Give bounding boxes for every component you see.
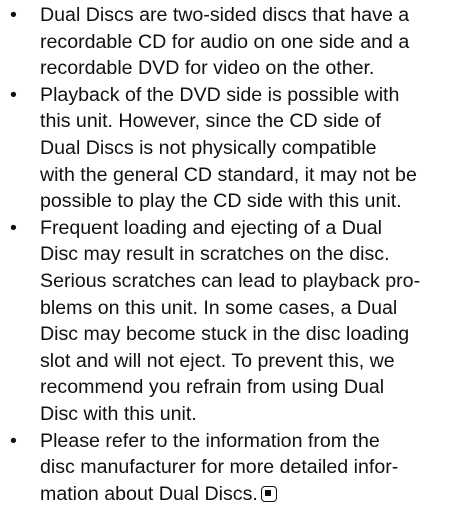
text-line: recordable CD for audio on one side and … [40,29,470,56]
text-line: slot and will not eject. To prevent this… [40,348,470,375]
bullet-item: • Frequent loading and ejecting of a Dua… [10,215,470,428]
text-line: Disc with this unit. [40,401,470,428]
bullet-icon: • [10,428,30,455]
text-line: recommend you refrain from using Dual [40,374,470,401]
text-line: Disc may become stuck in the disc loadin… [40,321,470,348]
text-line: Serious scratches can lead to playback p… [40,268,470,295]
bullet-item: • Playback of the DVD side is possible w… [10,82,470,215]
text-line: possible to play the CD side with this u… [40,188,470,215]
document-page: • Dual Discs are two-sided discs that ha… [0,0,470,506]
bullet-icon: • [10,82,30,109]
text-line: with the general CD standard, it may not… [40,162,470,189]
text-line: this unit. However, since the CD side of [40,108,470,135]
text-line: Dual Discs is not physically compatible [40,135,470,162]
bullet-item: • Dual Discs are two-sided discs that ha… [10,2,470,82]
bullet-list: • Dual Discs are two-sided discs that ha… [10,2,470,507]
text-line: Disc may result in scratches on the disc… [40,241,470,268]
text-line: mation about Dual Discs. [40,483,258,505]
text-line: disc manufacturer for more detailed info… [40,454,470,481]
text-line: Please refer to the information from the [40,428,470,455]
text-line: recordable DVD for video on the other. [40,55,470,82]
last-text-line: mation about Dual Discs. [40,481,470,507]
bullet-icon: • [10,2,30,29]
text-line: Playback of the DVD side is possible wit… [40,82,470,109]
end-of-section-square-icon [261,486,277,502]
bullet-icon: • [10,215,30,242]
text-line: Dual Discs are two-sided discs that have… [40,2,470,29]
text-line: Frequent loading and ejecting of a Dual [40,215,470,242]
text-line: blems on this unit. In some cases, a Dua… [40,295,470,322]
bullet-item: • Please refer to the information from t… [10,428,470,507]
